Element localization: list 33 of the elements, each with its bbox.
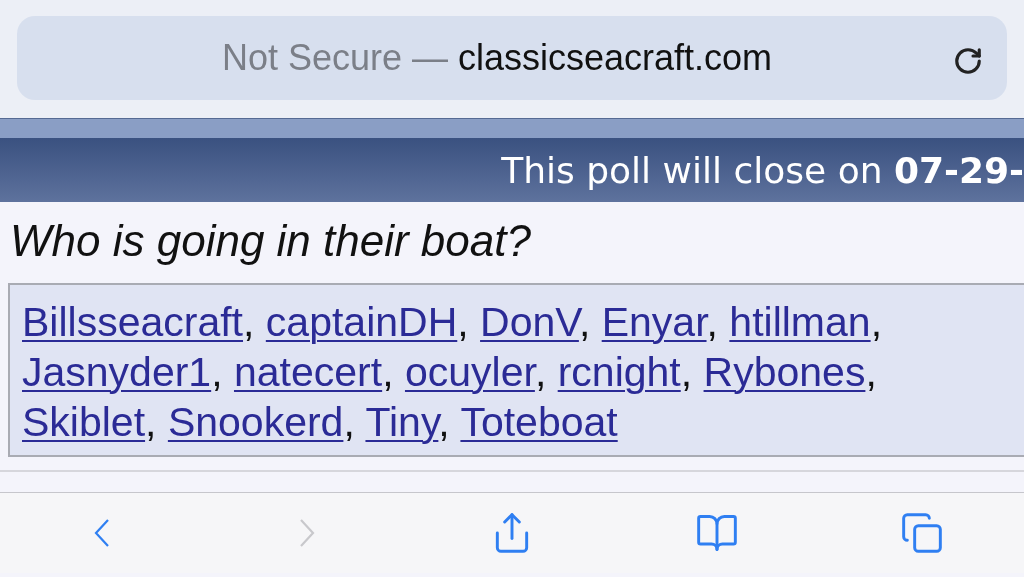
separator-text: , xyxy=(438,399,450,445)
separator-text: , xyxy=(680,349,693,395)
username-link[interactable]: Skiblet xyxy=(22,399,146,445)
separator-text: , xyxy=(343,399,355,445)
reload-button[interactable] xyxy=(953,46,983,76)
separator-text: , xyxy=(145,399,157,445)
domain-text: classicseacraft.com xyxy=(458,37,773,79)
username-link[interactable]: Tiny xyxy=(365,399,439,445)
username-link[interactable]: Jasnyder1 xyxy=(22,349,212,395)
username-link[interactable]: DonV xyxy=(480,299,579,345)
username-link[interactable]: natecert xyxy=(234,349,383,395)
username-link[interactable]: Rybones xyxy=(703,349,866,395)
separator-text: , xyxy=(382,349,394,395)
username-link[interactable]: ocuyler xyxy=(404,349,535,395)
separator-text: , xyxy=(211,349,223,395)
separator-text: , xyxy=(870,299,883,345)
username-link[interactable]: htillman xyxy=(729,299,871,345)
tabs-icon xyxy=(899,511,944,555)
separator-text: , xyxy=(865,349,877,395)
username-link[interactable]: captainDH xyxy=(265,299,458,345)
username-link[interactable]: Enyar xyxy=(601,299,707,345)
username-link[interactable]: Billsseacraft xyxy=(22,299,243,345)
username-link[interactable]: rcnight xyxy=(557,349,681,395)
username-link[interactable]: Toteboat xyxy=(460,399,618,445)
chevron-right-icon xyxy=(299,519,316,547)
username-link[interactable]: Snookerd xyxy=(167,399,344,445)
security-label: Not Secure — xyxy=(221,37,448,79)
poll-close-text: This poll will close on 07-29- xyxy=(501,149,1024,191)
poll-question: Who is going in their boat? xyxy=(9,215,532,265)
chevron-left-icon xyxy=(94,519,111,547)
address-field[interactable]: Not Secure — classicseacraft.com xyxy=(17,16,1007,100)
separator-text: , xyxy=(457,299,469,345)
separator-text: , xyxy=(243,299,255,345)
